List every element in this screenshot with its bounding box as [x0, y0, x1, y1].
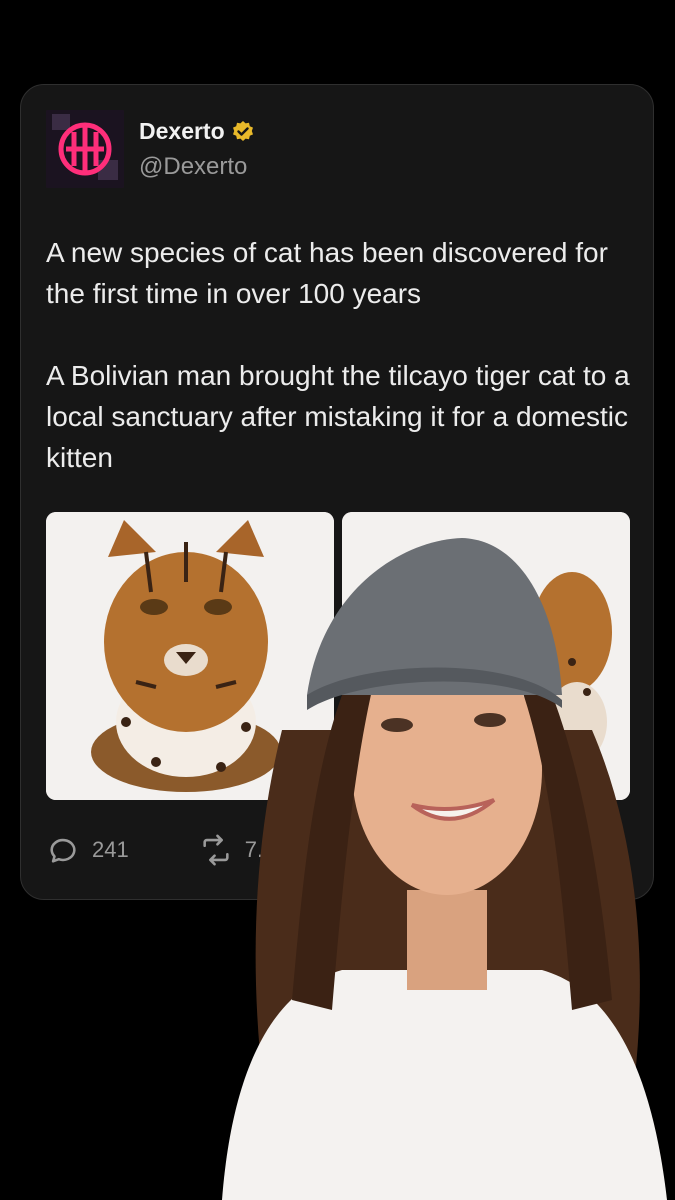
author-name[interactable]: Dexerto: [139, 118, 225, 145]
reply-icon: [50, 838, 76, 863]
presenter-overlay: [212, 530, 675, 1200]
reply-button[interactable]: 241: [46, 833, 129, 867]
author-handle[interactable]: @Dexerto: [139, 153, 247, 181]
verified-badge-icon: [231, 120, 255, 144]
avatar[interactable]: [46, 110, 124, 188]
reply-count: 241: [92, 837, 129, 862]
post-paragraph: A new species of cat has been discovered…: [46, 237, 608, 309]
post-paragraph: A Bolivian man brought the tilcayo tiger…: [46, 360, 630, 473]
post-text: A new species of cat has been discovered…: [46, 232, 636, 478]
